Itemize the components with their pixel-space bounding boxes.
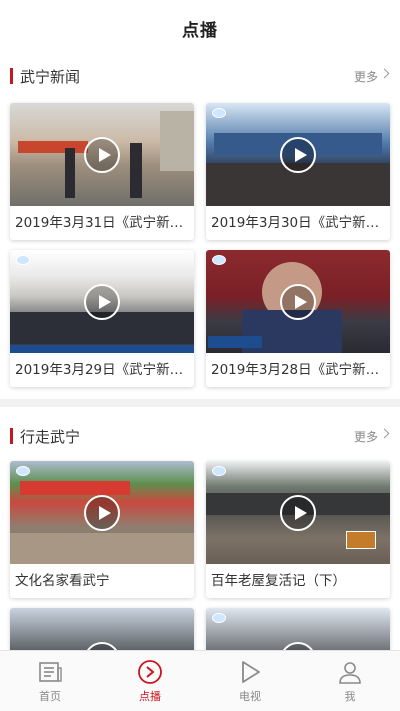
section-divider (0, 399, 400, 407)
video-thumbnail[interactable] (10, 250, 194, 353)
video-card[interactable]: 百年老屋复活记（下） (206, 461, 390, 598)
video-thumbnail[interactable] (10, 103, 194, 206)
channel-logo-icon (212, 108, 226, 118)
video-card[interactable]: 2019年3月28日《武宁新闻》 (206, 250, 390, 387)
video-thumbnail[interactable] (206, 461, 390, 564)
vod-content[interactable]: 武宁新闻 更多 2019年3月31日《武宁新闻》 2019年3月30日《武宁新闻… (0, 56, 400, 650)
section-accent-bar (10, 428, 13, 444)
section-header-walk: 行走武宁 更多 (0, 416, 400, 456)
video-thumbnail[interactable] (206, 103, 390, 206)
section-title: 行走武宁 (20, 427, 81, 446)
user-icon (339, 662, 361, 684)
video-thumbnail[interactable] (10, 608, 194, 650)
channel-logo-icon (16, 255, 30, 265)
play-icon[interactable] (84, 136, 120, 173)
more-link[interactable]: 更多 (354, 428, 378, 445)
chevron-right-icon[interactable] (379, 68, 390, 79)
chevron-right-icon[interactable] (379, 428, 390, 439)
tab-home[interactable]: 首页 (0, 651, 100, 711)
section-header-news: 武宁新闻 更多 (0, 56, 400, 96)
play-circle-icon (138, 660, 162, 684)
news-icon (39, 662, 62, 682)
video-thumbnail[interactable] (10, 461, 194, 564)
video-card[interactable]: 2019年3月30日《武宁新闻》 (206, 103, 390, 240)
play-icon[interactable] (280, 283, 316, 320)
play-icon[interactable] (280, 136, 316, 173)
channel-logo-icon (212, 255, 226, 265)
bottom-tab-bar: 首页 点播 电视 我 (0, 650, 400, 711)
tab-vod[interactable]: 点播 (100, 651, 200, 711)
play-icon[interactable] (84, 641, 120, 650)
video-title: 文化名家看武宁 (15, 573, 110, 589)
video-thumbnail[interactable] (206, 250, 390, 353)
tab-label: 我 (344, 690, 356, 703)
video-title: 2019年3月30日《武宁新闻》 (211, 215, 390, 231)
video-title: 2019年3月28日《武宁新闻》 (211, 362, 390, 378)
play-icon[interactable] (84, 283, 120, 320)
tab-label: 电视 (239, 690, 261, 703)
video-title: 百年老屋复活记（下） (211, 573, 346, 589)
more-link[interactable]: 更多 (354, 68, 378, 85)
tab-label: 首页 (39, 690, 61, 703)
tv-play-icon (242, 661, 260, 683)
play-icon[interactable] (84, 494, 120, 531)
video-title: 2019年3月31日《武宁新闻》 (15, 215, 194, 231)
video-card[interactable]: 2019年3月29日《武宁新闻》 (10, 250, 194, 387)
video-card[interactable]: 文化名家看武宁 (10, 461, 194, 598)
play-icon[interactable] (280, 641, 316, 650)
section-title: 武宁新闻 (20, 67, 81, 86)
video-title: 2019年3月29日《武宁新闻》 (15, 362, 194, 378)
video-card[interactable]: 2019年3月31日《武宁新闻》 (10, 103, 194, 240)
tab-tv[interactable]: 电视 (200, 651, 300, 711)
video-thumbnail[interactable] (206, 608, 390, 650)
video-card[interactable] (206, 608, 390, 650)
video-card[interactable] (10, 608, 194, 650)
tab-label: 点播 (139, 690, 161, 703)
channel-logo-icon (212, 613, 226, 623)
top-bar: 点播 (0, 0, 400, 56)
section-accent-bar (10, 68, 13, 84)
tab-me[interactable]: 我 (300, 651, 400, 711)
channel-logo-icon (16, 466, 30, 476)
play-icon[interactable] (280, 494, 316, 531)
page-title: 点播 (182, 20, 218, 41)
channel-logo-icon (212, 466, 226, 476)
